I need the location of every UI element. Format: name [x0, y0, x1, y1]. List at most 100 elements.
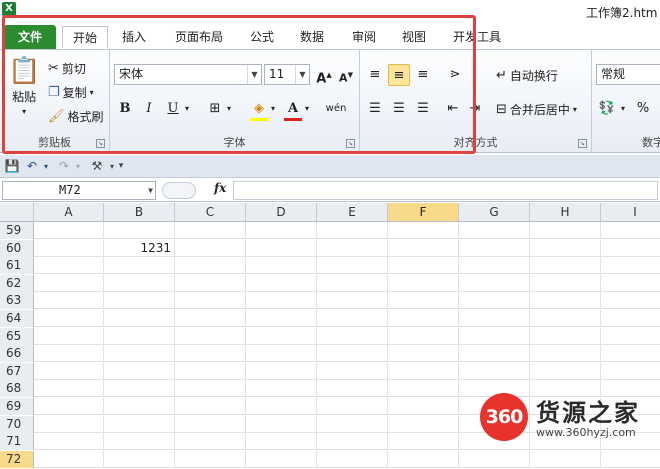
underline-button[interactable]: U: [162, 98, 184, 120]
cell-f70[interactable]: [388, 415, 459, 433]
cell-a60[interactable]: [34, 239, 104, 257]
cell-d66[interactable]: [246, 345, 317, 363]
cell-c69[interactable]: [175, 398, 246, 415]
cell-c67[interactable]: [175, 362, 246, 380]
cell-a69[interactable]: [34, 398, 104, 415]
cell-h63[interactable]: [530, 292, 601, 310]
cell-g67[interactable]: [459, 362, 530, 380]
cell-g60[interactable]: [459, 239, 530, 257]
row-header[interactable]: 70: [0, 415, 34, 433]
cell-h60[interactable]: [530, 239, 601, 257]
tab-view[interactable]: 视图: [392, 26, 436, 48]
chevron-down-icon[interactable]: ▾: [268, 98, 278, 120]
undo-icon[interactable]: ↶: [24, 158, 40, 175]
name-box[interactable]: M72 ▼: [2, 181, 156, 200]
fill-color-icon[interactable]: ◈: [248, 98, 270, 120]
phonetic-guide-icon[interactable]: wén: [322, 98, 350, 120]
save-icon[interactable]: 💾: [4, 158, 20, 175]
cell-e69[interactable]: [317, 398, 388, 415]
chevron-down-icon[interactable]: ▾: [108, 158, 116, 175]
cell-c68[interactable]: [175, 380, 246, 398]
decrease-indent-icon[interactable]: ⇤: [442, 98, 464, 120]
cell-c60[interactable]: [175, 239, 246, 257]
dialog-launcher-icon[interactable]: ↘: [96, 139, 105, 148]
tab-review[interactable]: 审阅: [342, 26, 386, 48]
cell-b62[interactable]: [104, 274, 175, 292]
cell-a65[interactable]: [34, 327, 104, 345]
row-header[interactable]: 62: [0, 274, 34, 292]
cell-b68[interactable]: [104, 380, 175, 398]
row-header[interactable]: 67: [0, 362, 34, 380]
cell-i67[interactable]: [601, 363, 660, 380]
cell-e61[interactable]: [317, 257, 388, 275]
dialog-launcher-icon[interactable]: ↘: [346, 139, 355, 148]
cell-i62[interactable]: [601, 275, 660, 292]
cell-g63[interactable]: [459, 292, 530, 310]
column-header-e[interactable]: E: [317, 203, 388, 222]
cell-e68[interactable]: [317, 380, 388, 398]
tab-page-layout[interactable]: 页面布局: [164, 26, 234, 48]
cell-d69[interactable]: [246, 398, 317, 415]
cell-a71[interactable]: [34, 433, 104, 451]
cell-a61[interactable]: [34, 257, 104, 275]
cell-c65[interactable]: [175, 327, 246, 345]
cell-b66[interactable]: [104, 345, 175, 363]
cell-b64[interactable]: [104, 310, 175, 327]
cell-i59[interactable]: [601, 222, 660, 239]
cut-button[interactable]: ✂ 剪切: [48, 60, 86, 77]
paste-button[interactable]: 📋 粘贴 ▾: [8, 56, 40, 116]
cell-f66[interactable]: [388, 345, 459, 363]
select-all-corner[interactable]: [0, 203, 34, 222]
cell-g64[interactable]: [459, 310, 530, 327]
font-color-icon[interactable]: A: [282, 98, 304, 120]
cell-d67[interactable]: [246, 362, 317, 380]
cell-b65[interactable]: [104, 327, 175, 345]
cell-i63[interactable]: [601, 292, 660, 309]
cell-i60[interactable]: [601, 240, 660, 257]
format-painter-button[interactable]: 🖌 格式刷: [48, 108, 104, 125]
cell-c59[interactable]: [175, 222, 246, 239]
cell-i72[interactable]: [601, 451, 660, 468]
cell-a72[interactable]: [34, 450, 104, 468]
column-header-f[interactable]: F: [388, 203, 459, 222]
cell-h65[interactable]: [530, 327, 601, 345]
row-header[interactable]: 59: [0, 222, 34, 239]
chevron-down-icon[interactable]: ▾: [74, 158, 82, 175]
cell-a70[interactable]: [34, 415, 104, 433]
chevron-down-icon[interactable]: ▾: [42, 158, 50, 175]
row-header[interactable]: 61: [0, 257, 34, 275]
cell-c64[interactable]: [175, 310, 246, 327]
cell-f71[interactable]: [388, 433, 459, 451]
cell-a68[interactable]: [34, 380, 104, 398]
cell-i65[interactable]: [601, 328, 660, 345]
align-center-icon[interactable]: ☰: [388, 98, 410, 120]
cell-e60[interactable]: [317, 239, 388, 257]
customize-qat-icon[interactable]: ▾: [116, 158, 126, 175]
cell-a59[interactable]: [34, 222, 104, 239]
cell-c66[interactable]: [175, 345, 246, 363]
chevron-down-icon[interactable]: ▾: [224, 98, 234, 120]
number-format-combo[interactable]: 常规: [596, 64, 660, 85]
cell-h72[interactable]: [530, 450, 601, 468]
cell-g61[interactable]: [459, 257, 530, 275]
align-left-icon[interactable]: ☰: [364, 98, 386, 120]
cell-d68[interactable]: [246, 380, 317, 398]
cell-d63[interactable]: [246, 292, 317, 310]
cell-d59[interactable]: [246, 222, 317, 239]
cell-e71[interactable]: [317, 433, 388, 451]
cell-g59[interactable]: [459, 222, 530, 239]
cell-e72[interactable]: [317, 450, 388, 468]
cell-f67[interactable]: [388, 362, 459, 380]
cell-f60[interactable]: [388, 239, 459, 257]
cell-e63[interactable]: [317, 292, 388, 310]
row-header[interactable]: 64: [0, 310, 34, 327]
percent-button[interactable]: %: [632, 98, 654, 120]
cell-d71[interactable]: [246, 433, 317, 451]
row-header[interactable]: 63: [0, 292, 34, 310]
row-header[interactable]: 66: [0, 345, 34, 363]
row-header[interactable]: 68: [0, 380, 34, 398]
tab-insert[interactable]: 插入: [112, 26, 156, 48]
tab-developer[interactable]: 开发工具: [446, 26, 508, 48]
cell-d72[interactable]: [246, 450, 317, 468]
cell-e66[interactable]: [317, 345, 388, 363]
